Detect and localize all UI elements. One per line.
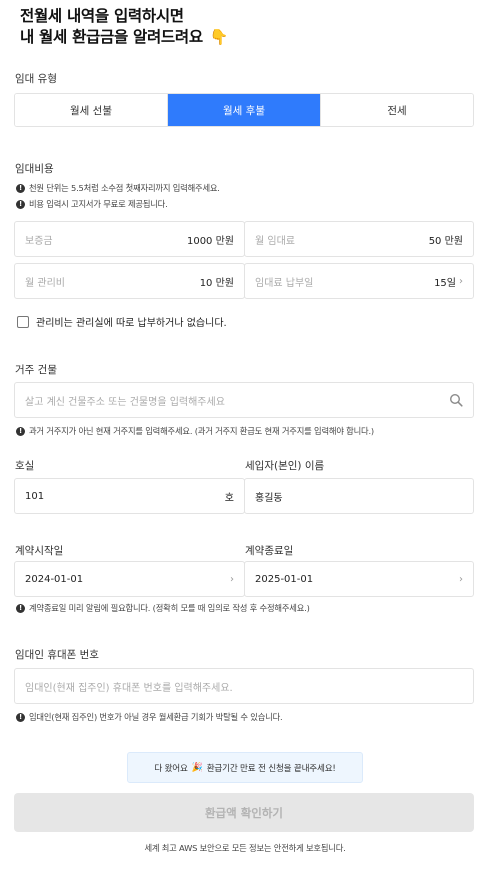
info-icon: ! — [16, 603, 25, 613]
building-search-field[interactable]: 살고 계신 건물주소 또는 건물명을 입력해주세요 — [14, 382, 474, 418]
pointing-hand-icon: 👇 — [209, 28, 229, 46]
payment-day-select[interactable]: 임대료 납부일 15일 › — [244, 263, 474, 299]
building-search-placeholder: 살고 계신 건물주소 또는 건물명을 입력해주세요 — [25, 396, 225, 408]
info-icon: ! — [16, 199, 25, 209]
rental-cost-label: 임대비용 — [15, 163, 54, 175]
building-note-text: 과거 거주지가 아닌 현재 거주지를 입력해주세요. (과거 거주지 환급도 현… — [29, 426, 374, 436]
rental-type-option-jeonse[interactable]: 전세 — [321, 94, 473, 126]
contract-end-value: 2025-01-01 — [255, 573, 314, 585]
rental-cost-note-1: ! 천원 단위는 5.5처럼 소수점 첫째자리까지 입력해주세요. — [16, 182, 220, 194]
reminder-toast: 다 왔어요 🎉 환급기간 만료 전 신청을 끝내주세요! — [127, 752, 363, 783]
rental-cost-note-1-text: 천원 단위는 5.5처럼 소수점 첫째자리까지 입력해주세요. — [29, 183, 220, 193]
maintenance-separate-checkbox-row[interactable]: 관리비는 관리실에 따로 납부하거나 없습니다. — [17, 314, 227, 329]
landlord-phone-field[interactable]: 임대인(현재 집주인) 휴대폰 번호를 입력해주세요. — [14, 668, 474, 704]
deposit-value: 1000 만원 — [186, 235, 234, 247]
toast-text-before: 다 왔어요 — [154, 763, 188, 774]
info-icon: ! — [16, 426, 25, 436]
unit-suffix: 호 — [224, 492, 234, 504]
contract-start-label: 계약시작일 — [15, 545, 64, 557]
unit-value: 101 — [25, 490, 45, 502]
payment-day-label: 임대료 납부일 — [255, 277, 314, 289]
maintenance-fee-value: 10 만원 — [199, 277, 234, 289]
building-note: ! 과거 거주지가 아닌 현재 거주지를 입력해주세요. (과거 거주지 환급도… — [16, 425, 374, 437]
rental-type-segmented-control: 월세 선불 월세 후불 전세 — [14, 93, 474, 127]
page-title: 전월세 내역을 입력하시면 내 월세 환급금을 알려드려요 👇 — [20, 6, 229, 48]
chevron-right-icon: › — [230, 573, 234, 585]
chevron-right-icon: › — [459, 275, 463, 287]
building-label: 거주 건물 — [15, 364, 57, 376]
landlord-note: ! 임대인(현재 집주인) 번호가 아닐 경우 월세환급 기회가 박탈될 수 있… — [16, 711, 283, 723]
monthly-rent-label: 월 임대료 — [255, 235, 295, 247]
deposit-label: 보증금 — [25, 235, 53, 247]
maintenance-separate-checkbox-label: 관리비는 관리실에 따로 납부하거나 없습니다. — [36, 318, 227, 329]
monthly-rent-field[interactable]: 월 임대료 50 만원 — [244, 221, 474, 257]
tenant-name-value: 홍길동 — [255, 492, 283, 504]
deposit-field[interactable]: 보증금 1000 만원 — [14, 221, 245, 257]
info-icon: ! — [16, 712, 25, 722]
chevron-right-icon: › — [459, 573, 463, 585]
landlord-note-text: 임대인(현재 집주인) 번호가 아닐 경우 월세환급 기회가 박탈될 수 있습니… — [29, 712, 283, 722]
rental-type-option-monthly-postpaid[interactable]: 월세 후불 — [168, 94, 321, 126]
landlord-phone-placeholder: 임대인(현재 집주인) 휴대폰 번호를 입력해주세요. — [25, 682, 233, 694]
tenant-name-label: 세입자(본인) 이름 — [245, 460, 325, 472]
security-footer: 세계 최고 AWS 보안으로 모든 정보는 안전하게 보호됩니다. — [144, 843, 346, 853]
maintenance-fee-field[interactable]: 월 관리비 10 만원 — [14, 263, 245, 299]
rental-type-option-monthly-prepaid[interactable]: 월세 선불 — [15, 94, 168, 126]
rental-cost-note-2: ! 비용 입력시 고지서가 무료로 제공됩니다. — [16, 198, 168, 210]
contract-end-date-select[interactable]: 2025-01-01 › — [244, 561, 474, 597]
title-line-1: 전월세 내역을 입력하시면 — [20, 7, 184, 25]
contract-note-text: 계약종료일 미리 알림에 필요합니다. (정확히 모를 때 임의로 작성 후 수… — [29, 603, 310, 613]
rental-cost-note-2-text: 비용 입력시 고지서가 무료로 제공됩니다. — [29, 199, 168, 209]
unit-field[interactable]: 101 호 — [14, 478, 245, 514]
contract-note: ! 계약종료일 미리 알림에 필요합니다. (정확히 모를 때 임의로 작성 후… — [16, 602, 310, 614]
payment-day-value: 15일 — [434, 277, 456, 289]
search-icon[interactable] — [449, 393, 463, 407]
party-popper-icon: 🎉 — [191, 762, 203, 773]
info-icon: ! — [16, 183, 25, 193]
unit-label: 호실 — [15, 460, 35, 472]
contract-start-date-select[interactable]: 2024-01-01 › — [14, 561, 245, 597]
contract-end-label: 계약종료일 — [245, 545, 294, 557]
rental-type-label: 임대 유형 — [15, 73, 57, 85]
landlord-phone-label: 임대인 휴대폰 번호 — [15, 649, 99, 661]
contract-start-value: 2024-01-01 — [25, 573, 84, 585]
monthly-rent-value: 50 만원 — [428, 235, 463, 247]
title-line-2: 내 월세 환급금을 알려드려요 — [20, 28, 203, 46]
tenant-name-field[interactable]: 홍길동 — [244, 478, 474, 514]
maintenance-fee-label: 월 관리비 — [25, 277, 65, 289]
toast-text-after: 환급기간 만료 전 신청을 끝내주세요! — [206, 763, 336, 774]
maintenance-separate-checkbox[interactable] — [17, 315, 29, 328]
check-refund-button[interactable]: 환급액 확인하기 — [14, 793, 474, 832]
